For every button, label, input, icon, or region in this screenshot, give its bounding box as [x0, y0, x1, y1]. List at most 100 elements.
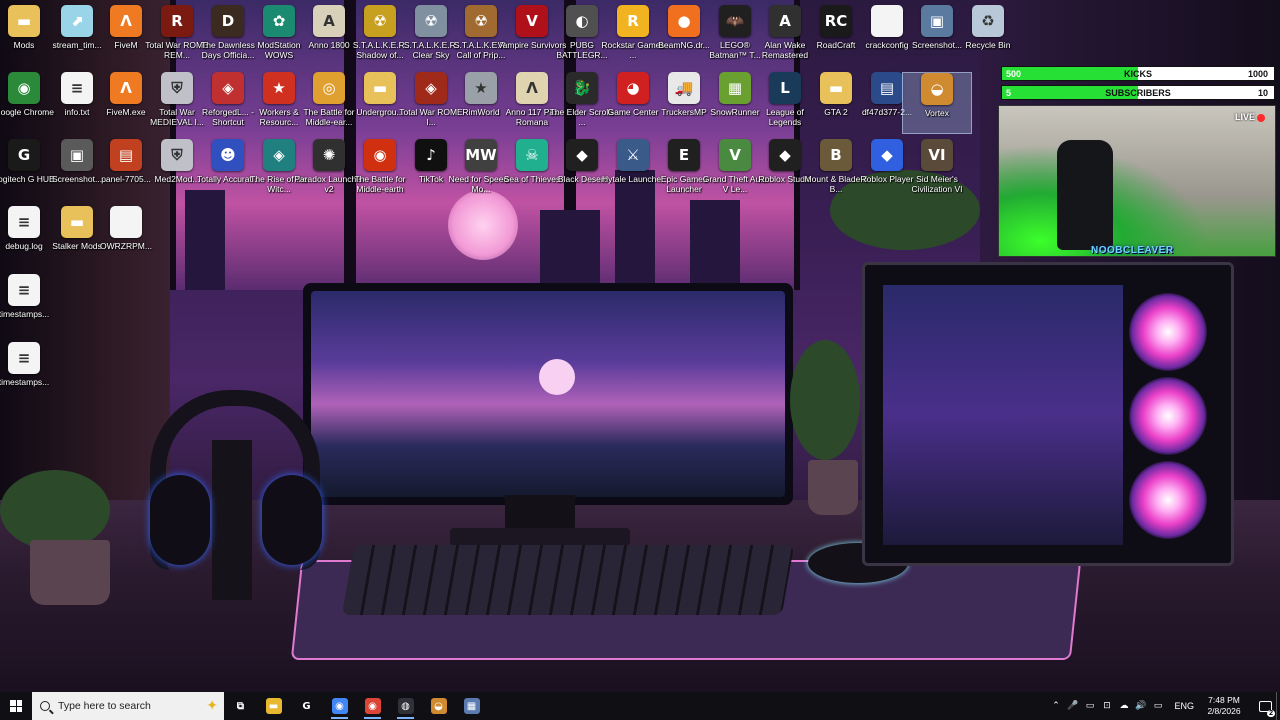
total-war-rome-icon: ◈ — [415, 72, 447, 104]
speaker-icon[interactable]: ☁ — [1115, 701, 1132, 711]
battery-icon[interactable]: ▭ — [1149, 701, 1166, 711]
epic-games-icon: E — [668, 139, 700, 171]
desktop-icon[interactable]: ♻ Recycle Bin — [953, 5, 1023, 67]
desktop-icon[interactable]: ◒ Vortex — [902, 72, 972, 134]
rimworld-icon: ★ — [465, 72, 497, 104]
kicks-goal-label: KICKS — [1123, 69, 1152, 79]
desktop-icon[interactable]: ≡ timestamps... — [0, 342, 59, 404]
wallpaper-plant-pot — [30, 540, 110, 605]
desktop-icon-label: Recycle Bin — [965, 40, 1011, 50]
show-desktop-button[interactable] — [1276, 692, 1280, 720]
log-file-icon: ≡ — [8, 206, 40, 238]
modstation-icon: ✿ — [263, 5, 295, 37]
wallpaper-monitor-base — [450, 528, 630, 546]
vortex-icon: ◒ — [921, 73, 953, 105]
reforged-shortcut-icon: ◈ — [212, 72, 244, 104]
civilization-vi-icon: VI — [921, 139, 953, 171]
alan-wake-icon: A — [769, 5, 801, 37]
device-icon[interactable]: ▭ — [1081, 701, 1098, 711]
wallpaper-monitor — [303, 283, 793, 505]
nfs-most-wanted-icon: MW — [465, 139, 497, 171]
workers-resources-icon: ★ — [263, 72, 295, 104]
wallpaper-monitor-moon — [539, 359, 575, 395]
gta-v-icon: V — [719, 139, 751, 171]
taskbar-app-file-explorer[interactable]: ▬ — [257, 692, 290, 720]
wallpaper-building — [540, 210, 600, 290]
chevron-up-icon[interactable]: ⌃ — [1047, 701, 1064, 711]
start-button[interactable] — [0, 692, 32, 720]
wallpaper-plant — [790, 340, 860, 460]
wallpaper-pc-interior — [883, 285, 1123, 545]
desktop-icon-label: Vortex — [924, 108, 950, 118]
pubg-icon: ◐ — [566, 5, 598, 37]
obs-icon: ◍ — [397, 698, 414, 714]
image-file-icon: ▤ — [110, 139, 142, 171]
taskbar-app-chrome-profile[interactable]: ◉ — [323, 692, 356, 720]
desktop-icon[interactable]: OWRZRPM... — [91, 206, 161, 268]
folder-icon: ▬ — [364, 72, 396, 104]
clock-date: 2/8/2026 — [1207, 706, 1241, 716]
anno-1800-icon: A — [313, 5, 345, 37]
image-file-icon: ▣ — [61, 139, 93, 171]
taskbar-app-logitech-ghub[interactable]: G — [290, 692, 323, 720]
wallpaper-headphone-cup — [150, 475, 210, 565]
desktop-icon-label: timestamps... — [0, 309, 50, 319]
dawnless-days-icon: D — [212, 5, 244, 37]
stalker-clear-sky-icon: ☢ — [415, 5, 447, 37]
desktop-icon[interactable]: VI Sid Meier's Civilization VI — [902, 139, 972, 201]
file-manager-icon: ▦ — [463, 698, 480, 714]
image-file-icon: ▣ — [921, 5, 953, 37]
folder-icon: ▬ — [820, 72, 852, 104]
bfme-icon: ◎ — [313, 72, 345, 104]
bfme-eye-icon: ◉ — [364, 139, 396, 171]
desktop-icon-label: timestamps... — [0, 377, 50, 387]
search-highlight-icon: ✦ — [206, 697, 218, 713]
desktop-icon[interactable]: ≡ timestamps... — [0, 274, 59, 336]
hytale-icon: ⚔ — [617, 139, 649, 171]
wallpaper-plant-pot — [808, 460, 858, 515]
chrome-icon: ◉ — [8, 72, 40, 104]
total-war-medieval-icon: ⛨ — [161, 72, 193, 104]
taskbar-clock[interactable]: 7:48 PM 2/8/2026 — [1202, 695, 1246, 717]
taskbar-app-vortex[interactable]: ◒ — [422, 692, 455, 720]
roblox-studio-icon: ◆ — [769, 139, 801, 171]
total-war-rome-remastered-icon: R — [161, 5, 193, 37]
taskbar-app-task-view[interactable]: ⧉ — [224, 692, 257, 720]
taskbar-app-obs-studio[interactable]: ◍ — [389, 692, 422, 720]
wallpaper-monitor-screen — [311, 291, 785, 497]
taskbar-pinned-apps: ⧉ ▬ G ◉ ◉ ◍ ◒ ▦ — [224, 692, 488, 720]
subscribers-goal-bar: 5 SUBSCRIBERS 10 — [1001, 85, 1275, 100]
taskbar-search-box[interactable]: Type here to search ✦ — [32, 692, 224, 720]
wallpaper-pc-fan — [1129, 377, 1207, 455]
desktop-icon-label: Sid Meier's Civilization VI — [911, 174, 963, 194]
wallpaper-pc-case — [862, 262, 1234, 566]
microphone-icon[interactable]: 🎤 — [1064, 701, 1081, 711]
fivem-icon: Λ — [110, 5, 142, 37]
file-icon — [110, 206, 142, 238]
taskbar-app-chrome[interactable]: ◉ — [356, 692, 389, 720]
folder-icon: ▬ — [61, 206, 93, 238]
recycle-bin-icon: ♻ — [972, 5, 1004, 37]
language-indicator[interactable]: ENG — [1174, 701, 1194, 711]
wifi-icon[interactable]: 🔊 — [1132, 701, 1149, 711]
wallpaper-pc-fan — [1129, 293, 1207, 371]
taskbar: Type here to search ✦ ⧉ ▬ G ◉ ◉ ◍ ◒ ▦ ⌃ 🎤 ▭ ⊡ ☁ 🔊 ▭ E… — [0, 692, 1280, 720]
windows-logo-icon — [10, 700, 22, 712]
stalker-cop-icon: ☢ — [465, 5, 497, 37]
rise-of-witchers-icon: ◈ — [263, 139, 295, 171]
lego-batman-icon: 🦇 — [719, 5, 751, 37]
taskbar-app-file-manager[interactable]: ▦ — [455, 692, 488, 720]
med2mod-icon: ⛨ — [161, 139, 193, 171]
search-icon — [40, 701, 50, 711]
notification-center-button[interactable]: 2 — [1254, 692, 1276, 720]
kicks-goal-target: 1000 — [1247, 69, 1268, 79]
roadcraft-icon: RC — [820, 5, 852, 37]
truckersmp-icon: 🚚 — [668, 72, 700, 104]
live-dot-icon — [1257, 113, 1265, 122]
live-indicator: LIVE — [1235, 112, 1265, 122]
subscribers-goal-label: SUBSCRIBERS — [1105, 88, 1171, 98]
subscribers-goal-target: 10 — [1257, 88, 1268, 98]
search-placeholder: Type here to search — [58, 700, 151, 712]
wallpaper-keyboard — [341, 545, 795, 615]
network-icon[interactable]: ⊡ — [1098, 701, 1115, 711]
